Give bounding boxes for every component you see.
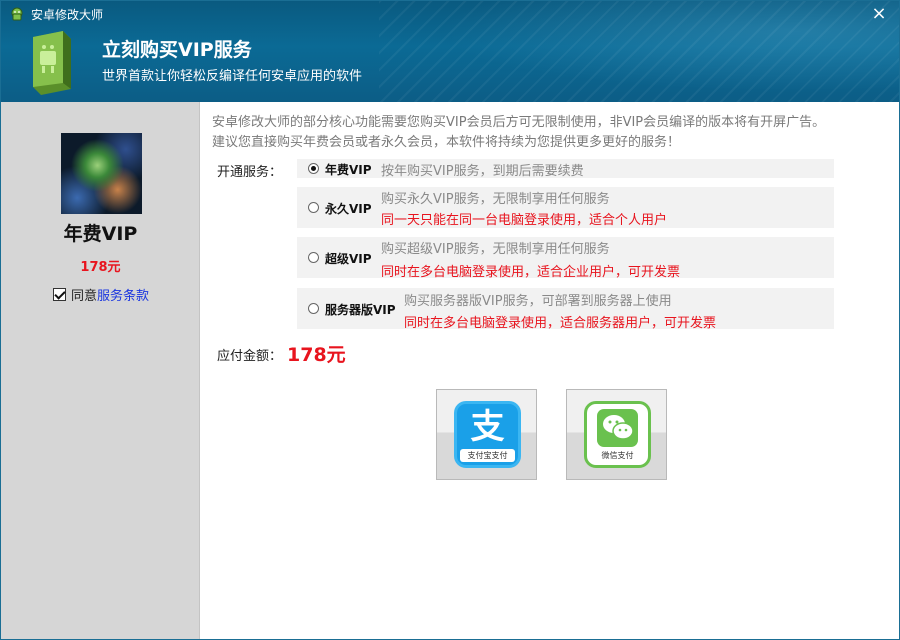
amount-value: 178元 — [287, 344, 346, 366]
option-desc: 购买永久VIP服务，无限制享用任何服务 — [381, 192, 610, 207]
notice-line-1: 安卓修改大师的部分核心功能需要您购买VIP会员后方可无限制使用，非VIP会员编译… — [212, 115, 826, 130]
android-robot-icon — [11, 7, 23, 21]
option-desc: 按年购买VIP服务，到期后需要续费 — [381, 164, 584, 179]
page-subtitle: 世界首款让你轻松反编译任何安卓应用的软件 — [102, 69, 363, 84]
vip-notice: 安卓修改大师的部分核心功能需要您购买VIP会员后方可无限制使用，非VIP会员编译… — [212, 113, 882, 153]
alipay-icon: 支 支付宝支付 — [454, 401, 521, 468]
option-permanent-vip[interactable]: 永久VIP 购买永久VIP服务，无限制享用任何服务 同一天只能在同一台电脑登录使… — [297, 187, 834, 228]
page-title: 立刻购买VIP服务 — [102, 39, 252, 61]
wechat-pay-button[interactable]: 微信支付 — [566, 389, 667, 480]
wechat-bubbles-icon — [597, 409, 638, 447]
terms-link[interactable]: 服务条款 — [97, 285, 149, 304]
option-name: 永久VIP — [325, 202, 372, 216]
agree-checkbox[interactable] — [53, 288, 66, 301]
option-name: 服务器版VIP — [325, 303, 396, 317]
close-icon[interactable]: × — [869, 4, 889, 24]
option-name: 年费VIP — [325, 163, 372, 177]
selected-vip-price: 178元 — [80, 260, 121, 275]
window-title: 安卓修改大师 — [31, 8, 104, 22]
radio-super-vip[interactable] — [308, 252, 319, 263]
alipay-glyph: 支 — [470, 407, 505, 447]
header-banner: 安卓修改大师 × 立刻购买VIP服务 世界首款让你轻松反编译任何安卓应用的软件 — [1, 1, 899, 102]
notice-line-2: 建议您直接购买年费会员或者永久会员，本软件将持续为您提供更多更好的服务！ — [212, 135, 681, 150]
alipay-button[interactable]: 支 支付宝支付 — [436, 389, 537, 480]
galaxy-image — [61, 133, 142, 214]
radio-server-vip[interactable] — [308, 303, 319, 314]
vip-summary-panel: 年费VIP 178元 同意 服务条款 — [1, 102, 200, 639]
radio-permanent-vip[interactable] — [308, 202, 319, 213]
agree-label: 同意 — [71, 289, 98, 304]
option-note: 同时在多台电脑登录使用，适合服务器用户，可开发票 — [404, 316, 717, 331]
option-super-vip[interactable]: 超级VIP 购买超级VIP服务，无限制享用任何服务 同时在多台电脑登录使用，适合… — [297, 237, 834, 280]
service-label: 开通服务： — [217, 165, 283, 180]
option-note: 同一天只能在同一台电脑登录使用，适合个人用户 — [381, 213, 668, 228]
option-server-vip[interactable]: 服务器版VIP 购买服务器版VIP服务，可部署到服务器上使用 同时在多台电脑登录… — [297, 288, 834, 331]
android-box-icon — [33, 31, 71, 95]
wechat-pay-label: 微信支付 — [601, 451, 634, 460]
option-desc: 购买超级VIP服务，无限制享用任何服务 — [381, 242, 610, 257]
option-name: 超级VIP — [325, 252, 372, 266]
alipay-label: 支付宝支付 — [460, 449, 515, 462]
purchase-vip-window: 安卓修改大师 × 立刻购买VIP服务 世界首款让你轻松反编译任何安卓应用的软件 … — [0, 0, 900, 640]
option-annual-vip[interactable]: 年费VIP 按年购买VIP服务，到期后需要续费 — [297, 159, 834, 179]
agree-terms-row: 同意 服务条款 — [53, 285, 149, 304]
radio-annual-vip[interactable] — [308, 163, 319, 174]
selected-vip-name: 年费VIP — [63, 223, 138, 245]
header-pattern — [379, 1, 899, 102]
wechat-pay-icon: 微信支付 — [584, 401, 651, 468]
option-desc: 购买服务器版VIP服务，可部署到服务器上使用 — [404, 294, 672, 309]
option-note: 同时在多台电脑登录使用，适合企业用户，可开发票 — [381, 265, 681, 280]
amount-label: 应付金额： — [217, 349, 283, 364]
